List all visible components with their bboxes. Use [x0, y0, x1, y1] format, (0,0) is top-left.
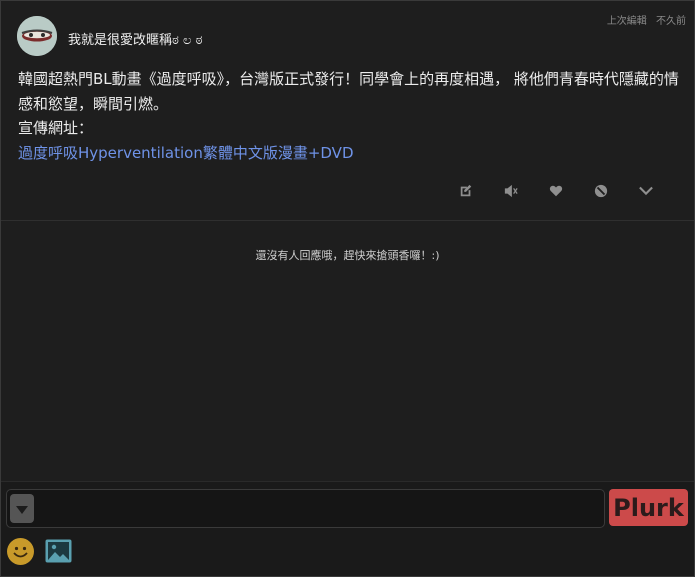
mute-button[interactable]	[488, 181, 533, 201]
more-button[interactable]	[623, 181, 668, 201]
chevron-down-icon	[638, 186, 653, 196]
triangle-down-icon	[16, 505, 28, 514]
image-upload-button[interactable]	[45, 539, 72, 563]
divider	[1, 220, 694, 221]
post-meta: 上次編輯 不久前	[607, 12, 686, 27]
block-button[interactable]	[578, 181, 623, 201]
promo-link[interactable]: 過度呼吸Hyperventilation繁體中文版漫畫+DVD	[18, 144, 354, 162]
emoticon-button[interactable]	[7, 538, 34, 565]
response-input-box	[6, 489, 605, 528]
timestamp[interactable]: 不久前	[656, 16, 686, 27]
image-icon	[45, 539, 72, 563]
heart-icon	[549, 185, 562, 197]
post-text: 韓國超熱門BL動畫《過度呼吸》，台灣版正式發行！同學會上的再度相遇， 將他們青春…	[18, 70, 679, 113]
plurk-window: 我就是很愛改暱稱ಠ ಲ ಠ 上次編輯 不久前 韓國超熱門BL動畫《過度呼吸》，台…	[0, 0, 695, 577]
no-responses-message: 還沒有人回應哦，趕快來搶頭香囉！:)	[255, 249, 440, 262]
avatar-face-icon	[17, 16, 57, 56]
like-button[interactable]	[533, 181, 578, 201]
promo-label: 宣傳網址：	[18, 119, 94, 137]
author-name[interactable]: 我就是很愛改暱稱ಠ ಲ ಠ	[68, 29, 202, 48]
qualifier-dropdown-button[interactable]	[10, 494, 34, 523]
smiley-icon	[7, 538, 34, 565]
post-content: 韓國超熱門BL動畫《過度呼吸》，台灣版正式發行！同學會上的再度相遇， 將他們青春…	[18, 67, 683, 165]
avatar[interactable]	[17, 16, 57, 56]
edit-button[interactable]	[443, 181, 488, 201]
response-input[interactable]	[41, 492, 600, 525]
edit-icon	[460, 184, 471, 197]
mute-icon	[504, 184, 518, 198]
edited-label: 上次編輯	[606, 16, 647, 27]
post-actions	[443, 181, 668, 201]
response-composer: Plurk	[1, 481, 694, 576]
plurk-submit-button[interactable]: Plurk	[609, 489, 688, 526]
block-icon	[594, 184, 607, 198]
